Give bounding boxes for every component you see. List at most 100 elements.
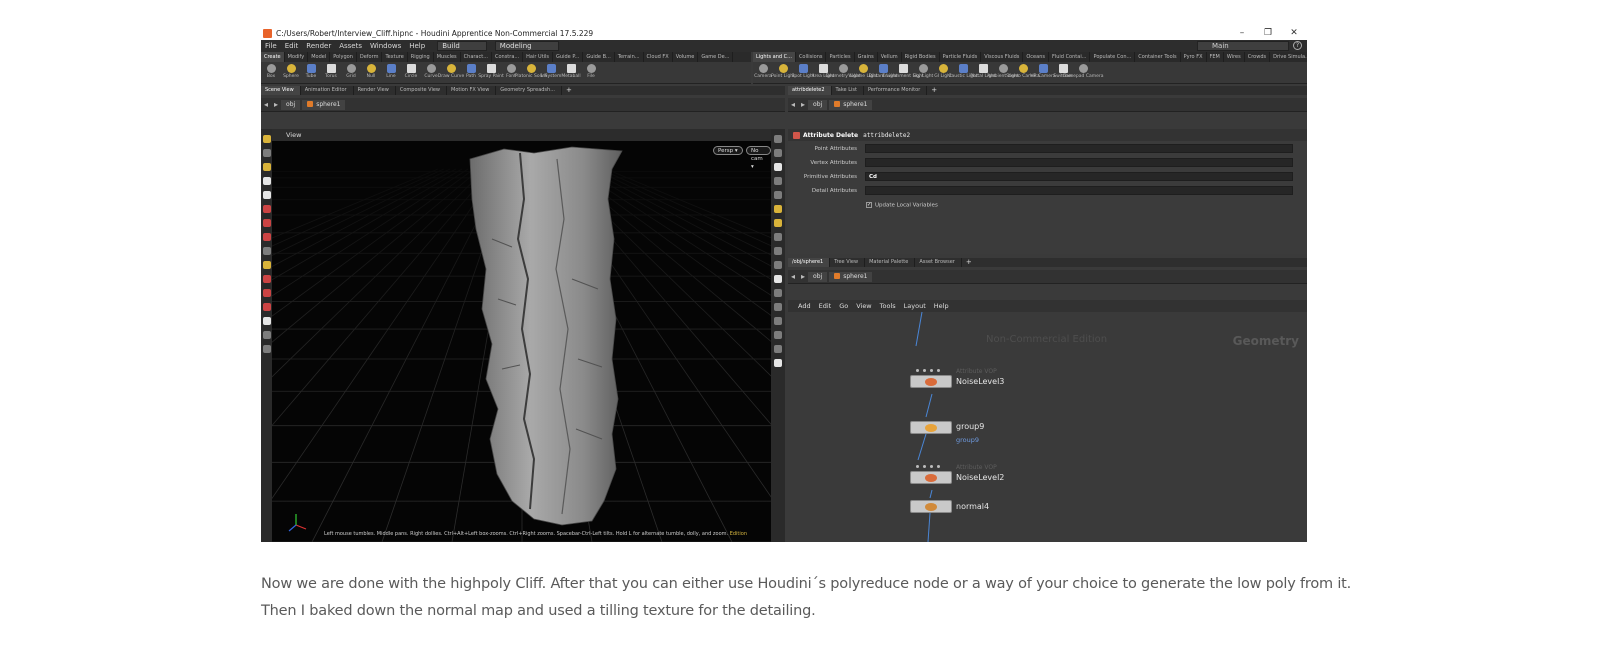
rotate-icon[interactable] — [262, 219, 271, 227]
shelf-tab-10[interactable]: Hair Utils — [523, 52, 554, 62]
back-arrow-icon[interactable]: ◂ — [791, 272, 795, 281]
tool-stereo-camera-button[interactable]: Stereo Camera — [1006, 62, 1040, 83]
light-icon[interactable] — [774, 205, 782, 213]
pose-icon[interactable] — [262, 247, 271, 255]
paint-icon[interactable] — [262, 261, 271, 269]
text-icon[interactable] — [774, 331, 782, 339]
tool-geometry-light-button[interactable]: Geometry Light — [825, 62, 861, 83]
tool-line-button[interactable]: Line — [381, 62, 401, 83]
light-2-icon[interactable] — [774, 219, 782, 227]
shelf-tab-10[interactable]: Populate Con... — [1090, 52, 1136, 62]
menu-assets[interactable]: Assets — [335, 42, 366, 50]
tab-composite-view[interactable]: Composite View — [396, 86, 447, 95]
tab-asset-browser[interactable]: Asset Browser — [915, 258, 962, 267]
shelf-tab-13[interactable]: Terrain... — [615, 52, 644, 62]
back-arrow-icon[interactable]: ◂ — [791, 100, 795, 109]
tab-animation-editor[interactable]: Animation Editor — [301, 86, 354, 95]
tab-material-palette[interactable]: Material Palette — [865, 258, 916, 267]
tab-scene-view[interactable]: Scene View — [261, 86, 301, 95]
network-editor[interactable]: Add Edit Go View Tools Layout Help Non-C… — [788, 300, 1307, 542]
shelf-tab-2[interactable]: Model — [308, 52, 331, 62]
points-icon[interactable] — [774, 233, 782, 241]
shelf-tab-11[interactable]: Container Tools — [1135, 52, 1181, 62]
node-noiselevel3[interactable] — [910, 375, 952, 388]
display-options-icon[interactable] — [774, 135, 782, 143]
handle-tool-icon[interactable] — [262, 135, 271, 143]
select-mode-icon[interactable] — [262, 163, 271, 171]
shelf-tab-12[interactable]: Pyro FX — [1181, 52, 1207, 62]
add-tab-icon[interactable]: + — [927, 86, 941, 95]
tool-torus-button[interactable]: Torus — [321, 62, 341, 83]
shelf-tab-6[interactable]: Rigging — [408, 52, 434, 62]
tab-motion-fx-view[interactable]: Motion FX View — [447, 86, 497, 95]
tool-sky-light-button[interactable]: Sky Light — [913, 62, 933, 83]
tab-render-view[interactable]: Render View — [354, 86, 396, 95]
shelf-tab-14[interactable]: Cloud FX — [644, 52, 673, 62]
minimize-button[interactable]: – — [1229, 28, 1255, 38]
back-arrow-icon[interactable]: ◂ — [264, 100, 268, 109]
menu-edit[interactable]: Edit — [281, 42, 303, 50]
tool-null-button[interactable]: Null — [361, 62, 381, 83]
menu-file[interactable]: File — [261, 42, 281, 50]
tool-camera-button[interactable]: Camera — [753, 62, 773, 83]
tool-area-light-button[interactable]: Area Light — [811, 62, 835, 83]
breadcrumb-obj[interactable]: obj — [281, 99, 301, 110]
shelf-tab-15[interactable]: Crowds — [1245, 52, 1271, 62]
tool-font-button[interactable]: Font — [501, 62, 521, 83]
forward-arrow-icon[interactable]: ▸ — [274, 100, 278, 109]
update-local-variables-checkbox[interactable]: ✓ — [866, 202, 872, 208]
prim-numbers-icon[interactable] — [774, 275, 782, 283]
tool-platonic-button[interactable]: Platonic Solids — [515, 62, 547, 83]
magnet-icon[interactable] — [262, 289, 271, 297]
node-noiselevel2[interactable] — [910, 471, 952, 484]
node-name-field[interactable]: attribdelete2 — [863, 132, 910, 139]
tool-point-light-button[interactable]: Point Light — [771, 62, 795, 83]
shelf-tab-13[interactable]: FEM — [1207, 52, 1224, 62]
tool-draw-curve-button[interactable]: Draw Curve — [438, 62, 464, 83]
shelf-tab-4[interactable]: Vellum — [878, 52, 902, 62]
tool-caustic-light-button[interactable]: Caustic Light — [948, 62, 978, 83]
bounding-icon[interactable] — [774, 303, 782, 311]
shading-icon[interactable] — [774, 149, 782, 157]
ghost-icon[interactable] — [774, 191, 782, 199]
tool-sphere-button[interactable]: Sphere — [281, 62, 301, 83]
shelf-tab-5[interactable]: Rigid Bodies — [902, 52, 940, 62]
tool-vr-camera-button[interactable]: VR Camera — [1030, 62, 1056, 83]
camera-menu-button[interactable]: No cam ▾ — [746, 146, 771, 170]
flipbook-icon[interactable] — [262, 345, 271, 353]
menu-windows[interactable]: Windows — [366, 42, 405, 50]
tool-ambient-light-button[interactable]: Ambient Light — [987, 62, 1019, 83]
shelf-tab-5[interactable]: Texture — [382, 52, 408, 62]
tab-geometry-spreadsheet[interactable]: Geometry Spreadsh... — [496, 86, 562, 95]
camera-tool-icon[interactable] — [262, 317, 271, 325]
breadcrumb-node[interactable]: sphere1 — [829, 99, 873, 110]
tool-distant-light-button[interactable]: Distant Light — [869, 62, 897, 83]
move-icon[interactable] — [262, 205, 271, 213]
image-icon[interactable] — [774, 345, 782, 353]
menu-help[interactable]: Help — [405, 42, 429, 50]
shelf-tab-0[interactable]: Create — [261, 52, 285, 62]
tool-curve-button[interactable]: Curve — [421, 62, 441, 83]
detail-attributes-field[interactable] — [865, 186, 1293, 195]
build-selector[interactable]: Build — [437, 41, 487, 51]
maximize-button[interactable]: ❐ — [1255, 28, 1281, 38]
scale-icon[interactable] — [262, 233, 271, 241]
persp-menu-button[interactable]: Persp ▾ — [713, 146, 743, 155]
shelf-tab-9[interactable]: Constra... — [492, 52, 524, 62]
render-region-icon[interactable] — [262, 331, 271, 339]
tool-file-button[interactable]: File — [581, 62, 601, 83]
shelf-tab-7[interactable]: Muscles — [434, 52, 461, 62]
tool-spray-paint-button[interactable]: Spray Paint — [478, 62, 504, 83]
forward-arrow-icon[interactable]: ▸ — [801, 100, 805, 109]
tool-spot-light-button[interactable]: Spot Light — [792, 62, 814, 83]
tool-switcher-button[interactable]: Switcher — [1053, 62, 1073, 83]
breadcrumb-node[interactable]: sphere1 — [829, 271, 873, 282]
node-group9[interactable] — [910, 421, 952, 434]
shelf-tab-4[interactable]: Deform — [357, 52, 383, 62]
vertex-attributes-field[interactable] — [865, 158, 1293, 167]
shelf-tab-16[interactable]: Drive Simula... — [1270, 52, 1307, 62]
tool-metaball-button[interactable]: Metaball — [561, 62, 581, 83]
uv-icon[interactable] — [774, 289, 782, 297]
breadcrumb-obj[interactable]: obj — [808, 271, 828, 282]
wireframe-icon[interactable] — [774, 177, 782, 185]
